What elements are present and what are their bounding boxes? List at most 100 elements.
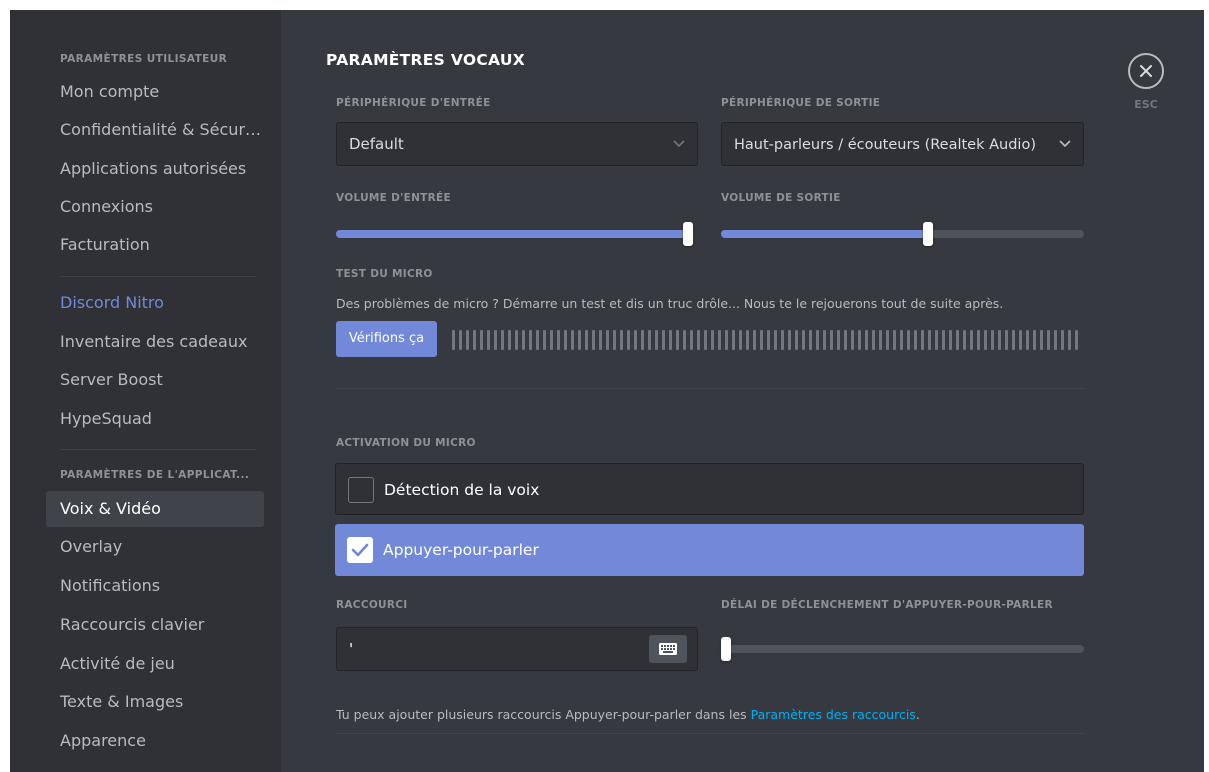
meter-bar xyxy=(487,330,490,350)
voice-activity-checkbox[interactable] xyxy=(348,477,374,503)
ptt-delay-slider[interactable] xyxy=(721,637,1084,661)
output-volume-label: VOLUME DE SORTIE xyxy=(721,192,841,204)
sidebar-header-app-settings: PARAMÈTRES DE L'APPLICAT... xyxy=(60,469,250,481)
meter-bar xyxy=(774,330,777,350)
sidebar-item-text-images[interactable]: Texte & Images xyxy=(46,684,264,720)
meter-bar xyxy=(977,330,980,350)
input-volume-slider[interactable] xyxy=(336,222,693,246)
sidebar-item-my-account[interactable]: Mon compte xyxy=(46,74,264,110)
close-icon xyxy=(1140,65,1152,77)
sidebar-item-connections[interactable]: Connexions xyxy=(46,189,264,225)
meter-bar xyxy=(865,330,868,350)
meter-bar xyxy=(543,330,546,350)
meter-bar xyxy=(844,330,847,350)
sidebar-separator xyxy=(60,449,256,450)
meter-bar xyxy=(893,330,896,350)
meter-bar xyxy=(823,330,826,350)
input-volume-label: VOLUME D'ENTRÉE xyxy=(336,192,451,204)
meter-bar xyxy=(879,330,882,350)
meter-bar xyxy=(1075,330,1078,350)
meter-bar xyxy=(1005,330,1008,350)
meter-bar xyxy=(585,330,588,350)
push-to-talk-checkbox[interactable] xyxy=(347,537,373,563)
ptt-delay-handle[interactable] xyxy=(721,637,731,661)
meter-bar xyxy=(760,330,763,350)
mic-test-label: TEST DU MICRO xyxy=(336,268,433,280)
meter-bar xyxy=(501,330,504,350)
meter-bar xyxy=(963,330,966,350)
meter-bar xyxy=(942,330,945,350)
meter-bar xyxy=(949,330,952,350)
meter-bar xyxy=(529,330,532,350)
meter-bar xyxy=(655,330,658,350)
ptt-delay-label: DÉLAI DE DÉCLENCHEMENT D'APPUYER-POUR-PA… xyxy=(721,599,1053,611)
close-button[interactable] xyxy=(1128,53,1164,89)
voice-settings-panel: PARAMÈTRES VOCAUX PÉRIPHÉRIQUE D'ENTRÉE … xyxy=(281,10,1204,772)
meter-bar xyxy=(522,330,525,350)
meter-bar xyxy=(683,330,686,350)
output-device-select[interactable]: Haut-parleurs / écouteurs (Realtek Audio… xyxy=(721,122,1084,166)
meter-bar xyxy=(767,330,770,350)
sidebar-separator xyxy=(60,276,256,277)
check-icon xyxy=(351,543,369,557)
meter-bar xyxy=(550,330,553,350)
output-volume-fill xyxy=(721,230,928,238)
meter-bar xyxy=(1047,330,1050,350)
meter-bar xyxy=(746,330,749,350)
input-mode-push-to-talk[interactable]: Appuyer-pour-parler xyxy=(335,524,1084,576)
keyboard-icon xyxy=(659,643,677,655)
sidebar-item-game-activity[interactable]: Activité de jeu xyxy=(46,646,264,682)
meter-bar xyxy=(1033,330,1036,350)
esc-label: ESC xyxy=(1134,98,1158,111)
mic-level-meter xyxy=(452,330,1078,350)
sidebar-item-overlay[interactable]: Overlay xyxy=(46,529,264,565)
meter-bar xyxy=(1054,330,1057,350)
meter-bar xyxy=(536,330,539,350)
meter-bar xyxy=(564,330,567,350)
meter-bar xyxy=(704,330,707,350)
meter-bar xyxy=(886,330,889,350)
meter-bar xyxy=(676,330,679,350)
meter-bar xyxy=(809,330,812,350)
meter-bar xyxy=(739,330,742,350)
sidebar-item-privacy-safety[interactable]: Confidentialité & Sécuri... xyxy=(46,112,264,148)
sidebar-item-keybinds[interactable]: Raccourcis clavier xyxy=(46,607,264,643)
mic-test-button[interactable]: Vérifions ça xyxy=(336,321,437,357)
meter-bar xyxy=(781,330,784,350)
meter-bar xyxy=(599,330,602,350)
meter-bar xyxy=(592,330,595,350)
meter-bar xyxy=(473,330,476,350)
sidebar-item-appearance[interactable]: Apparence xyxy=(46,723,264,759)
sidebar-item-authorized-apps[interactable]: Applications autorisées xyxy=(46,151,264,187)
sidebar-item-gift-inventory[interactable]: Inventaire des cadeaux xyxy=(46,324,264,360)
record-keybind-button[interactable] xyxy=(649,635,687,663)
sidebar-item-notifications[interactable]: Notifications xyxy=(46,568,264,604)
output-volume-slider[interactable] xyxy=(721,222,1084,246)
shortcut-recorder[interactable]: ' xyxy=(336,627,698,671)
section-divider xyxy=(336,733,1086,734)
meter-bar xyxy=(858,330,861,350)
meter-bar xyxy=(690,330,693,350)
sidebar-item-server-boost[interactable]: Server Boost xyxy=(46,362,264,398)
settings-sidebar: PARAMÈTRES UTILISATEUR Mon compte Confid… xyxy=(10,10,281,772)
meter-bar xyxy=(872,330,875,350)
input-mode-voice-activity[interactable]: Détection de la voix xyxy=(335,463,1084,515)
sidebar-item-voice-video[interactable]: Voix & Vidéo xyxy=(46,491,264,527)
meter-bar xyxy=(571,330,574,350)
input-device-select[interactable]: Default xyxy=(336,122,698,166)
input-volume-handle[interactable] xyxy=(683,222,693,246)
keybind-hint: Tu peux ajouter plusieurs raccourcis App… xyxy=(336,707,920,722)
page-title: PARAMÈTRES VOCAUX xyxy=(326,51,525,69)
section-divider xyxy=(336,388,1086,389)
sidebar-item-hypesquad[interactable]: HypeSquad xyxy=(46,401,264,437)
keybind-settings-link[interactable]: Paramètres des raccourcis xyxy=(751,707,916,722)
meter-bar xyxy=(802,330,805,350)
output-volume-handle[interactable] xyxy=(922,222,933,246)
meter-bar xyxy=(753,330,756,350)
meter-bar xyxy=(641,330,644,350)
sidebar-item-discord-nitro[interactable]: Discord Nitro xyxy=(46,285,264,321)
sidebar-item-billing[interactable]: Facturation xyxy=(46,227,264,263)
input-volume-fill xyxy=(336,230,688,238)
meter-bar xyxy=(578,330,581,350)
chevron-down-icon xyxy=(673,140,685,148)
